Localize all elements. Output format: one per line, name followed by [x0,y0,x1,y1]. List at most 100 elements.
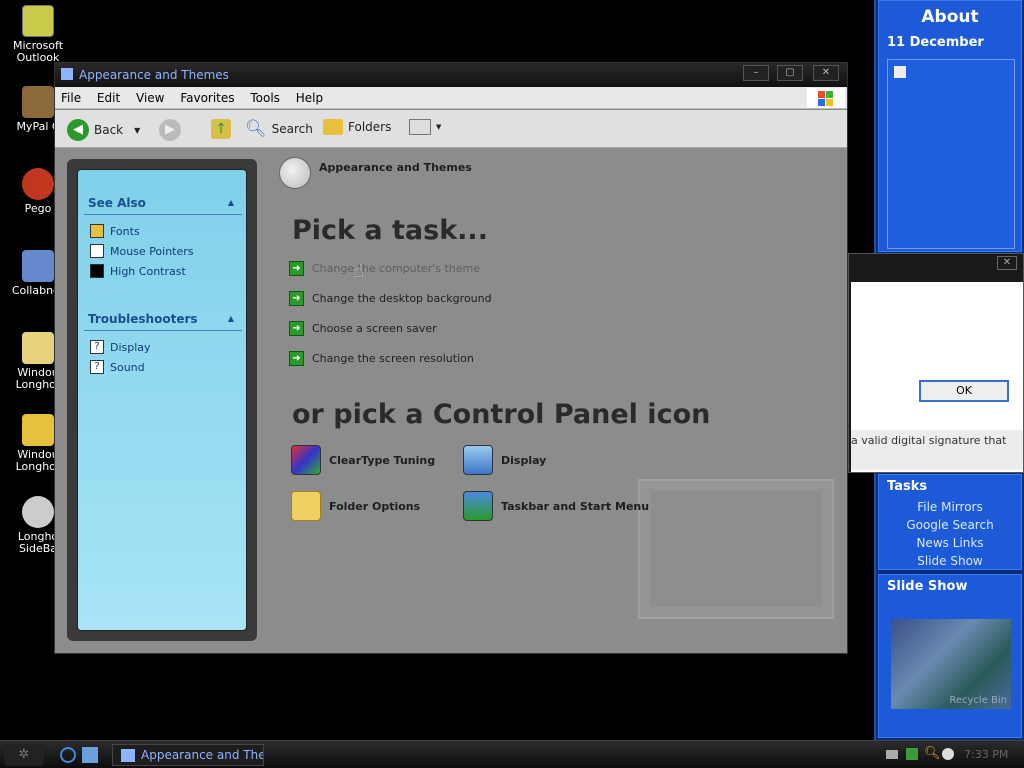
menu-favorites[interactable]: Favorites [174,87,240,109]
network-tray-icon[interactable] [906,748,918,760]
volume-tray-icon[interactable] [942,748,954,760]
sidebar-title: About [921,7,979,27]
up-button[interactable]: ↑ [211,119,231,139]
task-arrow-icon: ➜ [289,321,304,336]
tasks-header: Tasks [887,479,928,494]
left-task-pane: See Also ▲ Fonts Mouse Pointers High Con… [67,159,257,641]
task-link-slide-show[interactable]: Slide Show [879,552,1021,570]
menu-file[interactable]: File [55,87,87,109]
up-folder-icon: ↑ [211,119,231,139]
task-screen-resolution[interactable]: ➜ Change the screen resolution [289,351,474,366]
about-panel: About 11 December [878,0,1022,252]
cp-display[interactable]: Display [463,445,546,475]
desktop-icon-outlook[interactable]: Microsoft Outlook [3,5,73,64]
window-icon [61,68,73,80]
task-arrow-icon: ➜ [289,261,304,276]
task-label: Choose a screen saver [312,322,437,335]
taskbar-window-icon [121,749,135,762]
menu-edit[interactable]: Edit [91,87,126,109]
clock[interactable]: 7:33 PM [964,748,1008,761]
hand-cursor-icon: ☝ [353,261,364,282]
sidebar-date: 11 December [887,35,984,50]
desktop-icon-label: Microsoft Outlook [12,39,64,64]
sound-troubleshooter-link: Sound [110,360,145,374]
monitor-watermark-icon [638,479,834,619]
window-titlebar[interactable]: Appearance and Themes – ▢ ✕ [55,63,847,87]
back-button[interactable]: ◀ Back ▼ [67,119,140,141]
folders-label: Folders [348,120,392,134]
document-icon [22,332,54,364]
search-icon: 🔍︎ [245,119,267,139]
task-change-background[interactable]: ➜ Change the desktop background [289,291,492,306]
minimize-button[interactable]: – [743,65,769,81]
explorer-quicklaunch-icon[interactable] [82,747,98,763]
mypal-icon [22,86,54,118]
back-label: Back [94,123,124,137]
forward-button[interactable]: ▶ [159,119,181,141]
mouse-icon [90,244,104,258]
close-button[interactable]: ✕ [813,65,839,81]
views-button[interactable]: ▼ [409,119,441,135]
cp-label: Folder Options [329,499,421,513]
chevron-down-icon: ▼ [436,123,442,131]
search-tray-icon[interactable]: 🔍︎ [924,746,941,761]
system-tray: 🔍︎ 7:33 PM [884,746,1020,764]
see-also-mouse-pointers[interactable]: Mouse Pointers [90,244,194,258]
slideshow-header: Slide Show [887,579,968,594]
slideshow-image[interactable]: Recycle Bin [891,619,1011,709]
views-icon [409,119,431,135]
outlook-icon [22,5,54,37]
cp-label: ClearType Tuning [329,453,436,467]
collapse-icon[interactable]: ▲ [228,314,234,323]
task-label: Change the screen resolution [312,352,474,365]
folders-button[interactable]: Folders [323,119,391,135]
taskbar-window-button[interactable]: Appearance and The... [112,744,264,766]
task-label: Change the computer's theme [312,262,480,275]
see-also-high-contrast[interactable]: High Contrast [90,264,186,278]
display-icon [463,445,493,475]
cleartype-icon [291,445,321,475]
toolbar: ◀ Back ▼ ▶ ↑ 🔍︎ Search Folders ▼ [55,110,847,148]
back-arrow-icon: ◀ [67,119,89,141]
left-pane-inner: See Also ▲ Fonts Mouse Pointers High Con… [77,169,247,631]
see-also-fonts[interactable]: Fonts [90,224,140,238]
task-link-news-links[interactable]: News Links [879,534,1021,552]
task-link-file-mirrors[interactable]: File Mirrors [879,498,1021,516]
ok-button[interactable]: OK [919,380,1009,402]
cp-folder-options[interactable]: Folder Options [291,491,420,521]
cp-cleartype-tuning[interactable]: ClearType Tuning [291,445,435,475]
menu-tools[interactable]: Tools [244,87,286,109]
pick-icon-heading: or pick a Control Panel icon [292,399,711,430]
task-screen-saver[interactable]: ➜ Choose a screen saver [289,321,437,336]
menu-help[interactable]: Help [290,87,329,109]
display-troubleshooter-link: Display [110,340,151,354]
maximize-button[interactable]: ▢ [777,65,803,81]
task-label: Change the desktop background [312,292,492,305]
help-icon: ? [90,340,104,354]
collapse-icon[interactable]: ▲ [228,198,234,207]
breadcrumb: Appearance and Themes [319,161,472,174]
slideshow-caption: Recycle Bin [949,695,1007,706]
dialog-close-button[interactable]: ✕ [997,256,1017,270]
troubleshooter-display[interactable]: ? Display [90,340,151,354]
cp-label: Taskbar and Start Menu [501,499,650,513]
dialog-message: a valid digital signature that [851,430,1023,470]
task-link-google-search[interactable]: Google Search [879,516,1021,534]
troubleshooters-header[interactable]: Troubleshooters [88,312,198,326]
task-change-theme[interactable]: ➜ Change the computer's theme [289,261,480,276]
chevron-down-icon: ▼ [134,125,141,135]
see-also-header[interactable]: See Also [88,196,146,210]
keyboard-tray-icon[interactable] [886,750,898,759]
search-button[interactable]: 🔍︎ Search [245,119,313,139]
fonts-folder-icon [90,224,104,238]
menu-view[interactable]: View [130,87,170,109]
cp-taskbar-start-menu[interactable]: Taskbar and Start Menu [463,491,649,521]
task-arrow-icon: ➜ [289,291,304,306]
troubleshooter-sound[interactable]: ? Sound [90,360,145,374]
explorer-window: Appearance and Themes – ▢ ✕ File Edit Vi… [54,62,848,654]
start-button[interactable]: ✲ [4,744,44,766]
divider [84,214,242,215]
high-contrast-icon [90,264,104,278]
ie-quicklaunch-icon[interactable] [60,747,76,763]
divider [84,330,242,331]
